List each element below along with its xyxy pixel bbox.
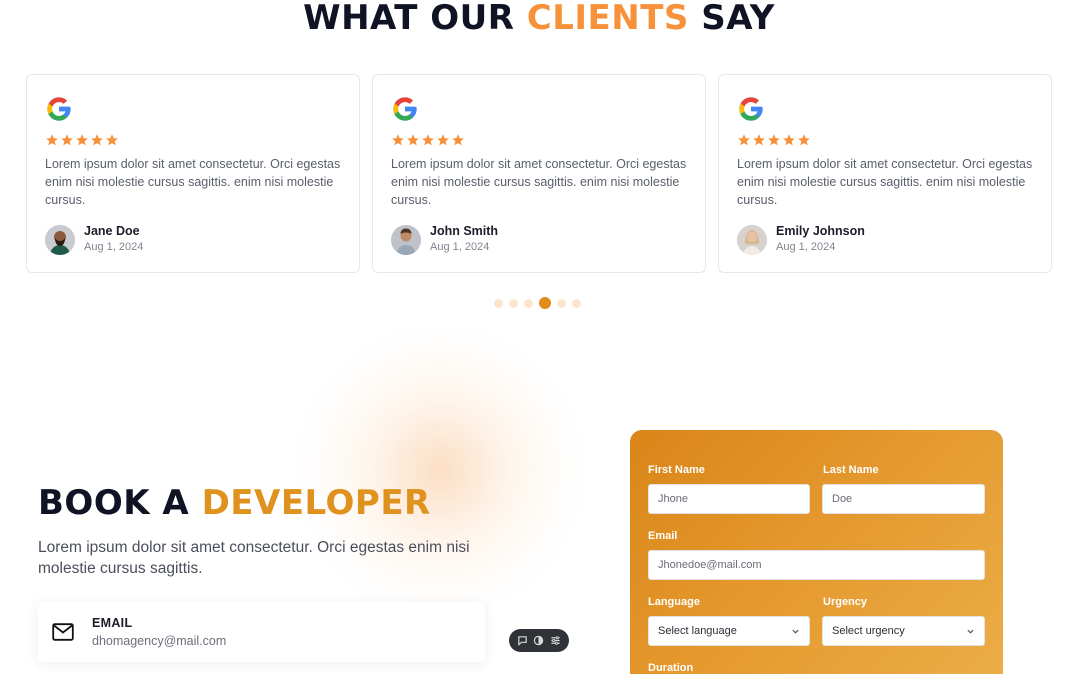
testimonial-card: Lorem ipsum dolor sit amet consectetur. …	[718, 74, 1052, 273]
heading-accent: DEVELOPER	[201, 483, 431, 523]
review-text: Lorem ipsum dolor sit amet consectetur. …	[45, 157, 341, 207]
review-text: Lorem ipsum dolor sit amet consectetur. …	[391, 157, 687, 207]
contrast-icon[interactable]	[533, 635, 544, 646]
review-date: Aug 1, 2024	[84, 241, 144, 253]
star-icon	[798, 134, 810, 146]
booking-form: First Name Last Name Email Language Sele…	[630, 430, 1003, 674]
author-name: John Smith	[430, 224, 499, 238]
urgency-select[interactable]: Select urgency	[822, 616, 985, 646]
contact-email[interactable]: dhomagency@mail.com	[92, 634, 226, 648]
author-name: Jane Doe	[84, 224, 140, 238]
heading-prefix: BOOK A	[38, 483, 190, 523]
rating-stars	[45, 133, 341, 149]
star-icon	[392, 134, 404, 146]
star-icon	[753, 134, 765, 146]
carousel-pagination	[494, 297, 581, 309]
urgency-label: Urgency	[823, 596, 868, 608]
duration-label: Duration	[648, 662, 694, 674]
review-date: Aug 1, 2024	[430, 241, 490, 253]
contact-label: EMAIL	[92, 616, 133, 630]
urgency-select-value: Select urgency	[832, 625, 905, 637]
avatar	[391, 224, 421, 255]
testimonials-heading: WHAT OUR CLIENTS SAY	[0, 0, 1078, 38]
star-icon	[76, 134, 88, 146]
star-icon	[91, 134, 103, 146]
first-name-input[interactable]	[648, 484, 810, 514]
review-author: John Smith Aug 1, 2024	[391, 224, 498, 255]
book-developer-heading: BOOK A DEVELOPER	[38, 482, 431, 524]
star-icon	[422, 134, 434, 146]
testimonial-card: Lorem ipsum dolor sit amet consectetur. …	[372, 74, 706, 273]
google-icon	[393, 97, 417, 121]
star-icon	[452, 134, 464, 146]
language-label: Language	[648, 596, 700, 608]
mail-icon	[52, 623, 74, 641]
heading-accent: CLIENTS	[526, 0, 689, 38]
language-select-value: Select language	[658, 625, 737, 637]
contact-email-card[interactable]: EMAIL dhomagency@mail.com	[38, 602, 485, 662]
review-text: Lorem ipsum dolor sit amet consectetur. …	[737, 157, 1033, 207]
testimonial-card: Lorem ipsum dolor sit amet consectetur. …	[26, 74, 360, 273]
star-icon	[738, 134, 750, 146]
heading-prefix: WHAT OUR	[303, 0, 515, 38]
review-author: Jane Doe Aug 1, 2024	[45, 224, 143, 255]
chat-icon[interactable]	[517, 635, 528, 646]
carousel-dot[interactable]	[509, 298, 518, 308]
carousel-dot[interactable]	[572, 298, 581, 308]
last-name-input[interactable]	[822, 484, 985, 514]
email-input[interactable]	[648, 550, 985, 580]
floating-toolbar	[509, 629, 569, 652]
email-label: Email	[648, 530, 678, 542]
star-icon	[437, 134, 449, 146]
testimonial-carousel: Lorem ipsum dolor sit amet consectetur. …	[26, 74, 1052, 273]
carousel-dot[interactable]	[524, 298, 533, 308]
carousel-dot[interactable]	[494, 298, 503, 308]
chevron-down-icon	[792, 629, 799, 634]
google-icon	[739, 97, 763, 121]
star-icon	[61, 134, 73, 146]
review-date: Aug 1, 2024	[776, 241, 836, 253]
chevron-down-icon	[967, 629, 974, 634]
book-description: Lorem ipsum dolor sit amet consectetur. …	[38, 539, 470, 577]
language-select[interactable]: Select language	[648, 616, 810, 646]
heading-suffix: SAY	[701, 0, 775, 38]
settings-sliders-icon[interactable]	[550, 635, 561, 646]
review-author: Emily Johnson Aug 1, 2024	[737, 224, 865, 255]
avatar	[45, 224, 75, 255]
avatar	[737, 224, 767, 255]
rating-stars	[737, 133, 1033, 149]
first-name-label: First Name	[648, 464, 705, 476]
last-name-label: Last Name	[823, 464, 879, 476]
carousel-dot[interactable]	[557, 298, 566, 308]
star-icon	[46, 134, 58, 146]
star-icon	[407, 134, 419, 146]
rating-stars	[391, 133, 687, 149]
author-name: Emily Johnson	[776, 224, 865, 238]
star-icon	[106, 134, 118, 146]
star-icon	[783, 134, 795, 146]
star-icon	[768, 134, 780, 146]
carousel-dot-active[interactable]	[539, 297, 551, 309]
google-icon	[47, 97, 71, 121]
